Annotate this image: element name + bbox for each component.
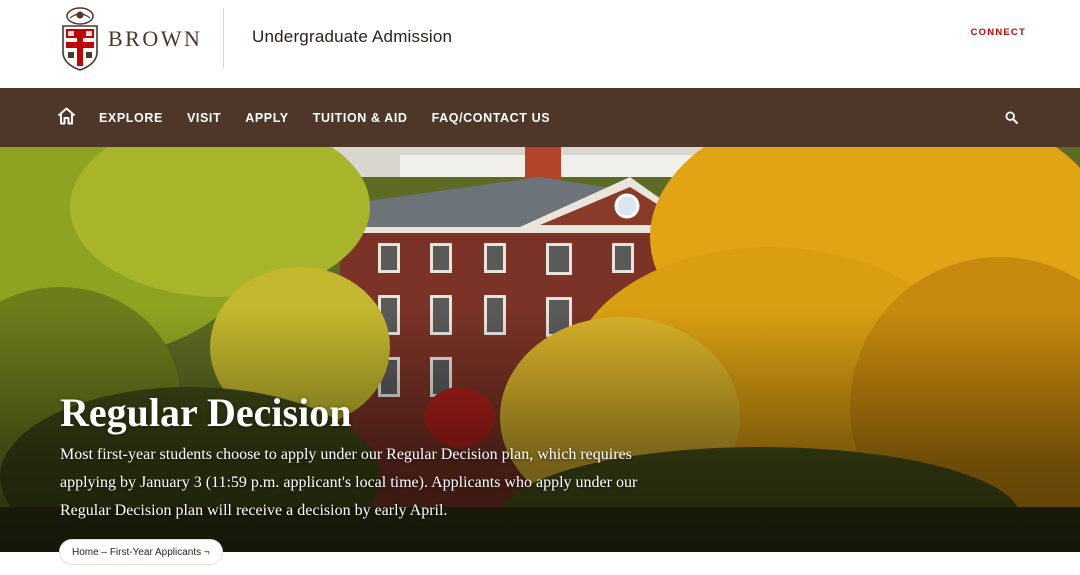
site-title[interactable]: Undergraduate Admission: [252, 27, 452, 47]
breadcrumb-separator: –: [98, 546, 110, 558]
connect-link[interactable]: CONNECT: [971, 27, 1026, 38]
search-icon[interactable]: [1005, 111, 1018, 124]
hero-banner: Regular Decision Most first-year student…: [0, 147, 1080, 552]
brown-shield-icon: [62, 7, 98, 71]
home-icon[interactable]: [57, 107, 76, 125]
nav-item-visit[interactable]: VISIT: [187, 111, 221, 125]
brown-logo[interactable]: BROWN: [60, 6, 202, 72]
main-nav: EXPLORE VISIT APPLY TUITION & AID FAQ/CO…: [0, 88, 1080, 147]
site-header: BROWN Undergraduate Admission CONNECT: [0, 0, 1080, 88]
brown-wordmark: BROWN: [108, 26, 203, 51]
hero-description: Most first-year students choose to apply…: [60, 446, 638, 519]
nav-item-explore[interactable]: EXPLORE: [99, 111, 163, 125]
page-title: Regular Decision: [60, 390, 352, 435]
breadcrumb: Home – First-Year Applicants ¬: [60, 540, 222, 564]
nav-items: EXPLORE VISIT APPLY TUITION & AID FAQ/CO…: [99, 88, 574, 147]
breadcrumb-current[interactable]: First-Year Applicants: [110, 547, 201, 558]
breadcrumb-toggle-icon[interactable]: ¬: [201, 547, 210, 558]
nav-item-faq-contact[interactable]: FAQ/CONTACT US: [432, 111, 551, 125]
breadcrumb-home[interactable]: Home: [72, 547, 99, 558]
header-divider: [223, 8, 224, 68]
nav-item-tuition-aid[interactable]: TUITION & AID: [313, 111, 408, 125]
nav-item-apply[interactable]: APPLY: [245, 111, 289, 125]
